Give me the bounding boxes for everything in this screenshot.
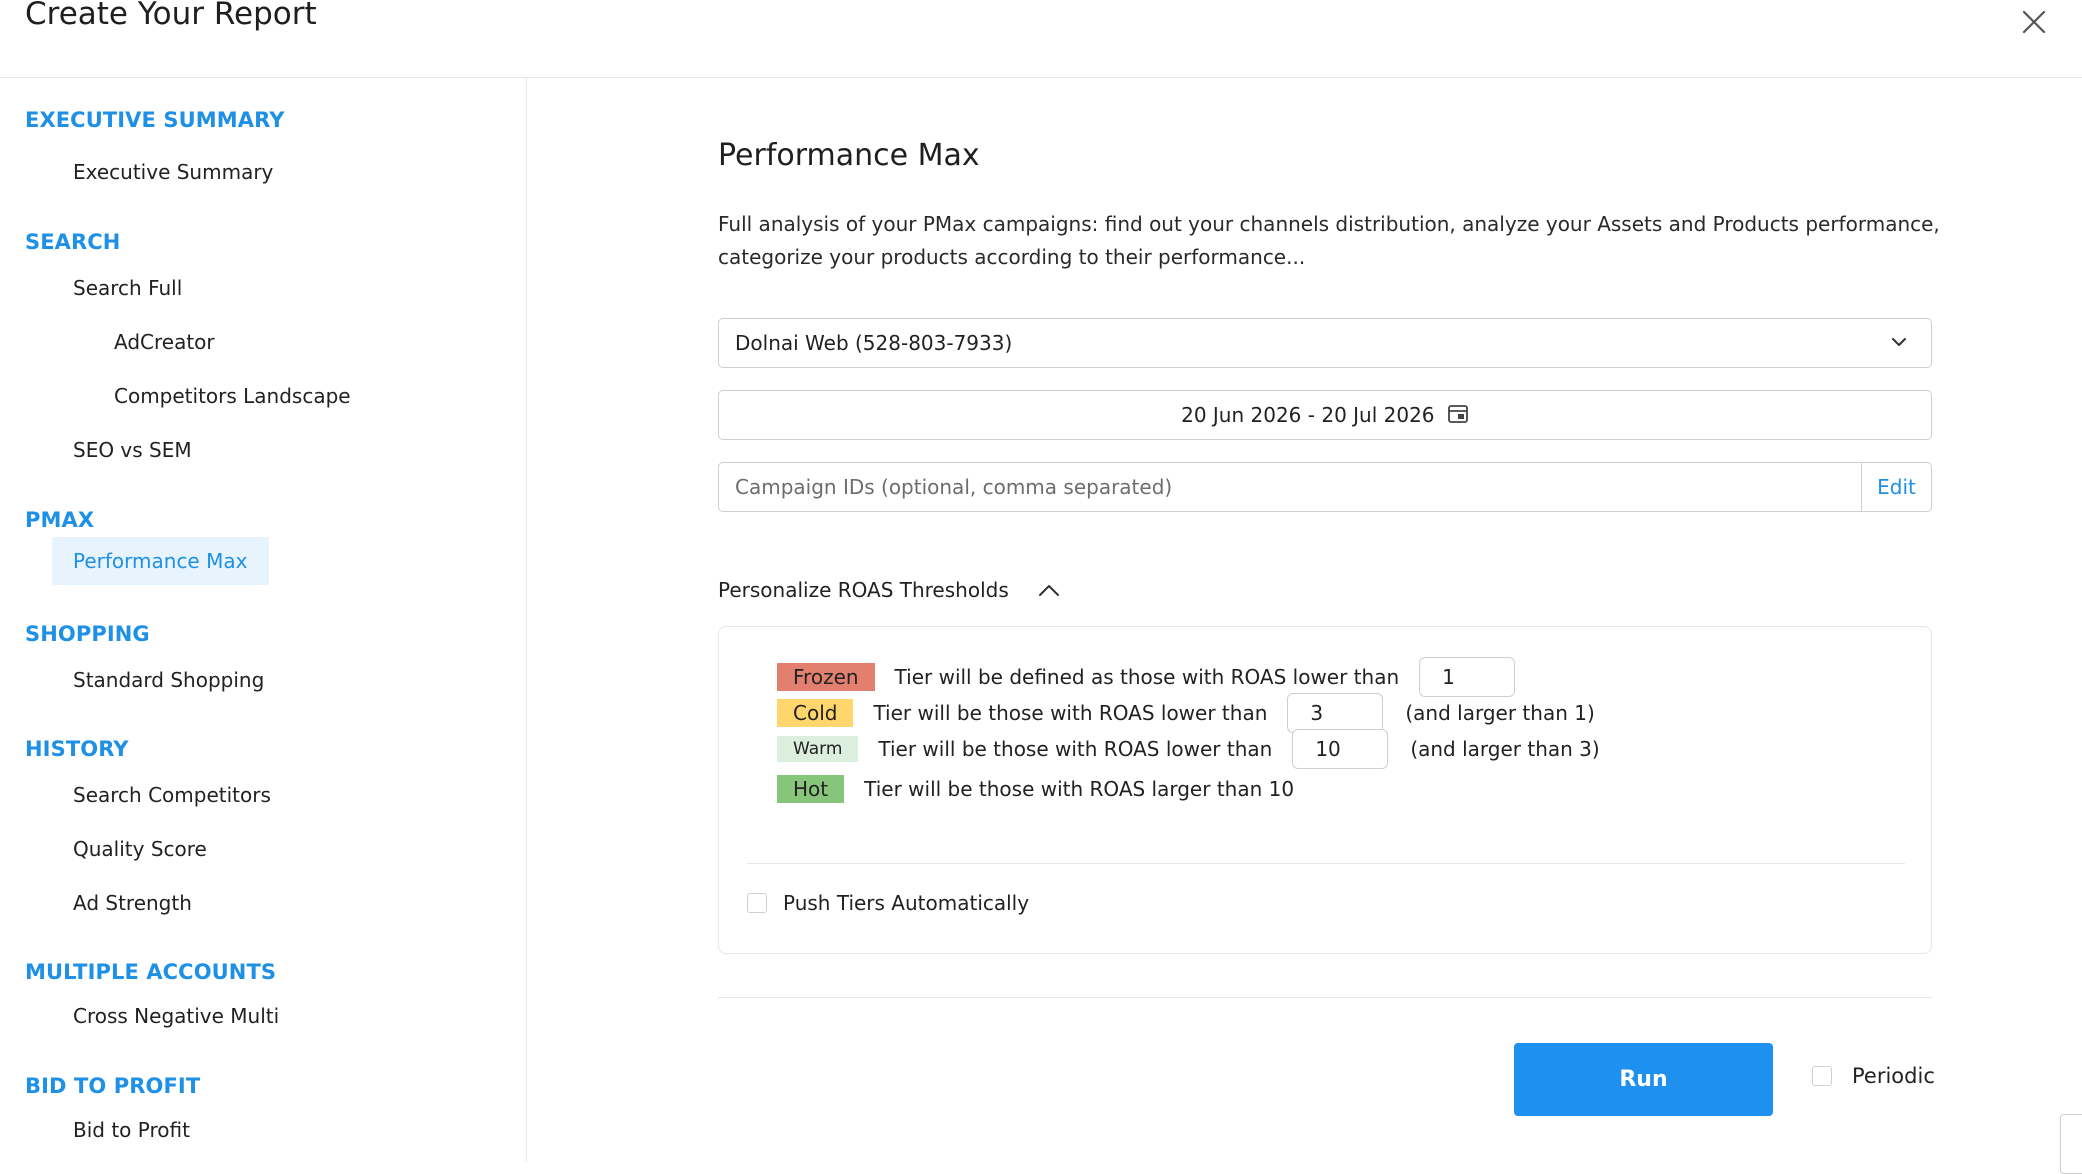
tier-badge-hot: Hot <box>777 775 845 803</box>
close-icon <box>2022 10 2046 34</box>
cold-threshold-input[interactable] <box>1287 693 1384 733</box>
tier-suffix-warm: (and larger than 3) <box>1410 737 1600 761</box>
push-tiers-label: Push Tiers Automatically <box>783 891 1030 915</box>
nav-item-bid-to-profit[interactable]: Bid to Profit <box>73 1118 190 1142</box>
date-range-picker[interactable]: 20 Jun 2026 - 20 Jul 2026 <box>718 390 1932 440</box>
nav-item-standard-shopping[interactable]: Standard Shopping <box>73 668 264 692</box>
tier-badge-warm: Warm <box>777 736 859 762</box>
nav-item-cross-negative-multi[interactable]: Cross Negative Multi <box>73 1004 279 1028</box>
tier-text-cold: Tier will be those with ROAS lower than <box>873 701 1268 725</box>
floating-widget[interactable] <box>2060 1114 2082 1174</box>
section-title-shopping: SHOPPING <box>25 622 150 646</box>
push-tiers-option[interactable]: Push Tiers Automatically <box>747 891 1029 915</box>
modal-header: Create Your Report <box>0 0 2082 78</box>
campaign-ids-input[interactable] <box>719 463 1863 511</box>
nav-item-seo-vs-sem[interactable]: SEO vs SEM <box>73 438 192 462</box>
roas-thresholds-panel: Frozen Tier will be defined as those wit… <box>718 626 1932 954</box>
actions-divider <box>718 997 1932 998</box>
account-select-value: Dolnai Web (528-803-7933) <box>735 331 1013 355</box>
nav-item-adcreator[interactable]: AdCreator <box>114 330 215 354</box>
tier-badge-cold: Cold <box>777 699 854 727</box>
tier-row-hot: Hot Tier will be those with ROAS larger … <box>777 775 1294 803</box>
nav-item-performance-max[interactable]: Performance Max <box>52 537 270 585</box>
tier-suffix-cold: (and larger than 1) <box>1405 701 1595 725</box>
tier-text-warm: Tier will be those with ROAS lower than <box>878 737 1273 761</box>
roas-thresholds-toggle[interactable]: Personalize ROAS Thresholds <box>718 578 1061 602</box>
roas-divider <box>747 863 1905 864</box>
report-title: Performance Max <box>718 138 980 173</box>
periodic-option[interactable]: Periodic <box>1812 1064 1935 1088</box>
report-sidebar: EXECUTIVE SUMMARY Executive Summary SEAR… <box>0 78 527 1162</box>
tier-row-warm: Warm Tier will be those with ROAS lower … <box>777 729 1600 769</box>
section-title-multiple-accounts: MULTIPLE ACCOUNTS <box>25 960 277 984</box>
section-title-bid-to-profit: BID TO PROFIT <box>25 1074 201 1098</box>
roas-toggle-label: Personalize ROAS Thresholds <box>718 578 1009 602</box>
modal-title: Create Your Report <box>25 0 317 32</box>
close-button[interactable] <box>2018 6 2050 38</box>
tier-row-frozen: Frozen Tier will be defined as those wit… <box>777 657 1516 697</box>
warm-threshold-input[interactable] <box>1292 729 1389 769</box>
nav-item-ad-strength[interactable]: Ad Strength <box>73 891 192 915</box>
edit-campaign-ids-button[interactable]: Edit <box>1861 463 1931 511</box>
run-button[interactable]: Run <box>1514 1043 1773 1116</box>
chevron-up-icon <box>1039 584 1060 596</box>
section-title-search: SEARCH <box>25 230 121 254</box>
nav-item-executive-summary[interactable]: Executive Summary <box>73 160 273 184</box>
nav-item-search-competitors[interactable]: Search Competitors <box>73 783 271 807</box>
periodic-label: Periodic <box>1852 1064 1935 1088</box>
campaign-ids-field: Edit <box>718 462 1932 512</box>
tier-text-frozen: Tier will be defined as those with ROAS … <box>894 665 1400 689</box>
nav-item-competitors-landscape[interactable]: Competitors Landscape <box>114 384 351 408</box>
periodic-checkbox[interactable] <box>1812 1066 1832 1086</box>
tier-row-cold: Cold Tier will be those with ROAS lower … <box>777 693 1595 733</box>
account-select[interactable]: Dolnai Web (528-803-7933) <box>718 318 1932 368</box>
chevron-down-icon <box>1892 338 1906 346</box>
frozen-threshold-input[interactable] <box>1419 657 1516 697</box>
section-title-pmax: PMAX <box>25 508 95 532</box>
calendar-icon <box>1447 404 1468 423</box>
nav-item-quality-score[interactable]: Quality Score <box>73 837 207 861</box>
section-title-executive-summary: EXECUTIVE SUMMARY <box>25 108 285 132</box>
tier-badge-frozen: Frozen <box>777 663 875 691</box>
section-title-history: HISTORY <box>25 737 129 761</box>
nav-item-search-full[interactable]: Search Full <box>73 276 182 300</box>
tier-text-hot: Tier will be those with ROAS larger than… <box>864 777 1295 801</box>
push-tiers-checkbox[interactable] <box>747 893 767 913</box>
report-description: Full analysis of your PMax campaigns: fi… <box>718 212 1940 269</box>
date-range-value: 20 Jun 2026 - 20 Jul 2026 <box>1181 403 1435 427</box>
